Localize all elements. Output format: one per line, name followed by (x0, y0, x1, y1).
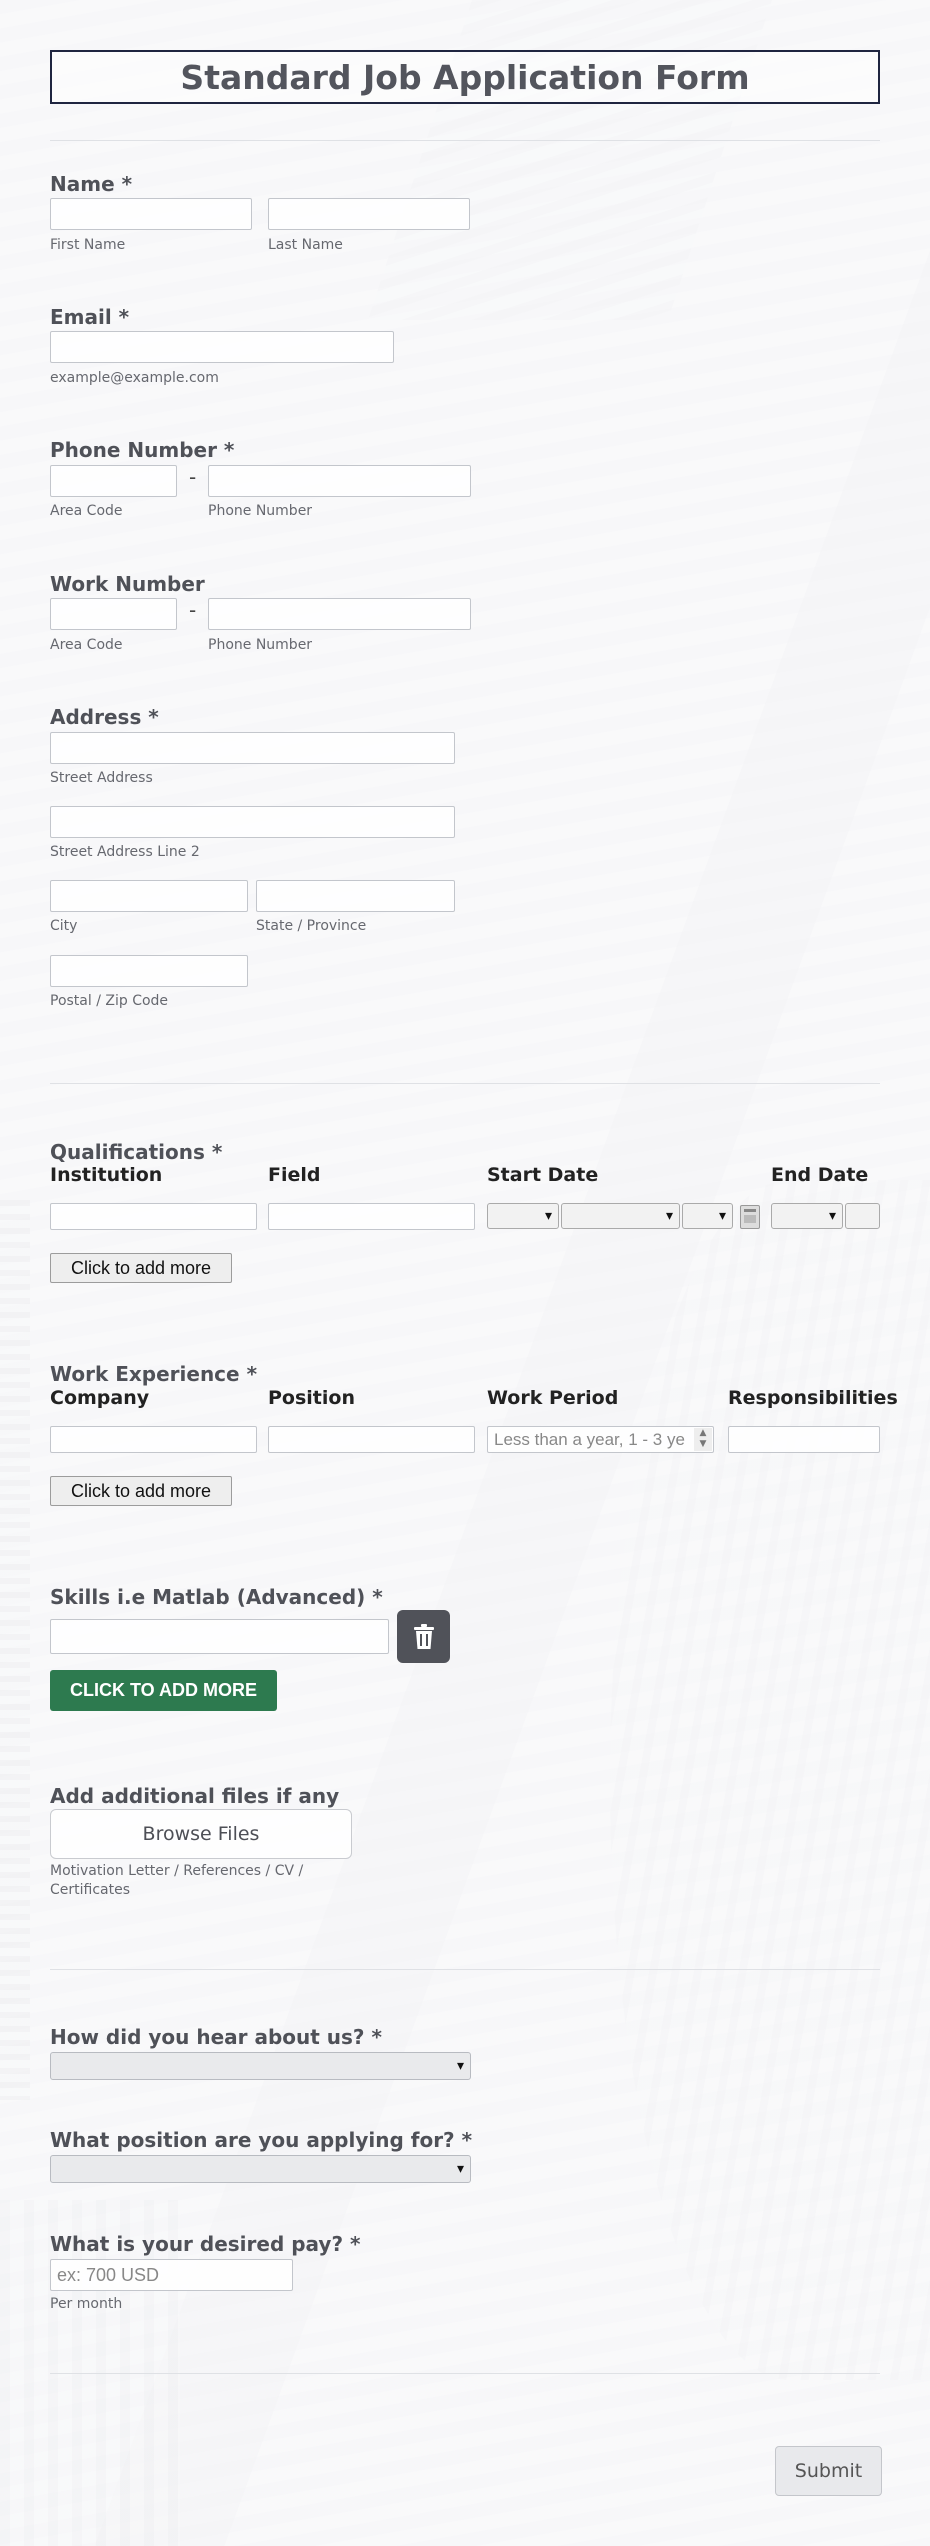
divider (50, 140, 880, 141)
pay-placeholder: ex: 700 USD (57, 2265, 160, 2285)
work-experience-col-company: Company (50, 1387, 150, 1409)
position-input[interactable] (268, 1426, 475, 1453)
work-experience-add-more-button[interactable]: Click to add more (50, 1476, 232, 1506)
qualifications-label: Qualifications * (50, 1140, 223, 1164)
start-month-select[interactable]: ▾ (487, 1203, 559, 1229)
trash-icon (413, 1623, 434, 1649)
last-name-input[interactable] (268, 198, 470, 230)
skills-label: Skills i.e Matlab (Advanced) * (50, 1585, 383, 1609)
work-number-sublabel: Phone Number (208, 637, 313, 653)
position-label: What position are you applying for? * (50, 2128, 473, 2152)
start-day-select[interactable]: ▾ (561, 1203, 680, 1229)
divider (50, 1969, 880, 1970)
phone-separator: - (189, 465, 197, 489)
work-number-label: Work Number (50, 572, 205, 596)
street-address-2-sublabel: Street Address Line 2 (50, 844, 200, 860)
company-input[interactable] (50, 1426, 257, 1453)
work-phone-separator: - (189, 598, 197, 622)
qualifications-col-field: Field (268, 1164, 321, 1186)
address-label: Address * (50, 705, 159, 729)
chevron-down-icon: ▾ (456, 2160, 464, 2176)
application-form: Standard Job Application Form Name * Fir… (0, 0, 930, 2546)
work-number-input[interactable] (208, 598, 471, 630)
work-area-sublabel: Area Code (50, 637, 123, 653)
work-experience-col-responsibilities: Responsibilities (728, 1387, 898, 1409)
qualifications-col-end-date: End Date (771, 1164, 869, 1186)
start-year-select[interactable]: ▾ (682, 1203, 733, 1229)
email-input[interactable] (50, 331, 394, 363)
email-label: Email * (50, 305, 130, 329)
responsibilities-input[interactable] (728, 1426, 880, 1453)
divider (50, 1083, 880, 1084)
files-label: Add additional files if any (50, 1784, 340, 1808)
work-experience-col-position: Position (268, 1387, 355, 1409)
pay-label: What is your desired pay? * (50, 2232, 361, 2256)
phone-area-sublabel: Area Code (50, 503, 123, 519)
work-experience-label: Work Experience * (50, 1362, 258, 1386)
submit-button[interactable]: Submit (775, 2446, 882, 2496)
chevron-down-icon: ▾ (665, 1207, 673, 1223)
zip-sublabel: Postal / Zip Code (50, 993, 169, 1009)
end-day-select[interactable] (845, 1203, 880, 1229)
work-period-placeholder: Less than a year, 1 - 3 ye (494, 1430, 685, 1449)
first-name-sublabel: First Name (50, 237, 126, 253)
work-period-spinner[interactable]: ▲ ▼ (694, 1428, 712, 1451)
street-address-input[interactable] (50, 732, 455, 764)
pay-input[interactable]: ex: 700 USD (50, 2259, 293, 2291)
chevron-down-icon: ▾ (718, 1207, 726, 1223)
phone-label: Phone Number * (50, 438, 235, 462)
skills-add-more-button[interactable]: CLICK TO ADD MORE (50, 1670, 277, 1711)
first-name-input[interactable] (50, 198, 252, 230)
state-sublabel: State / Province (256, 918, 367, 934)
hear-about-label: How did you hear about us? * (50, 2025, 382, 2049)
skill-input[interactable] (50, 1619, 389, 1654)
position-select[interactable]: ▾ (50, 2155, 471, 2183)
work-experience-col-work-period: Work Period (487, 1387, 619, 1409)
pay-sublabel: Per month (50, 2296, 123, 2312)
work-area-code-input[interactable] (50, 598, 177, 630)
city-input[interactable] (50, 880, 248, 912)
browse-files-button[interactable]: Browse Files (50, 1809, 352, 1859)
files-sublabel: Motivation Letter / References / CV / Ce… (50, 1863, 304, 1898)
email-sublabel: example@example.com (50, 370, 219, 386)
street-address-sublabel: Street Address (50, 770, 153, 786)
name-label: Name * (50, 172, 133, 196)
qualifications-add-more-button[interactable]: Click to add more (50, 1253, 232, 1283)
divider (50, 2373, 880, 2374)
hear-about-select[interactable]: ▾ (50, 2052, 471, 2080)
state-input[interactable] (256, 880, 455, 912)
institution-input[interactable] (50, 1203, 257, 1230)
calendar-icon[interactable] (740, 1205, 760, 1229)
last-name-sublabel: Last Name (268, 237, 343, 253)
end-month-select[interactable]: ▾ (771, 1203, 843, 1229)
trash-button[interactable] (397, 1610, 450, 1663)
street-address-2-input[interactable] (50, 806, 455, 838)
chevron-down-icon: ▾ (828, 1207, 836, 1223)
form-title: Standard Job Application Form (50, 50, 880, 104)
field-input[interactable] (268, 1203, 475, 1230)
work-period-input[interactable]: Less than a year, 1 - 3 ye (487, 1426, 714, 1453)
qualifications-col-start-date: Start Date (487, 1164, 599, 1186)
city-sublabel: City (50, 918, 78, 934)
zip-input[interactable] (50, 955, 248, 987)
qualifications-col-institution: Institution (50, 1164, 163, 1186)
phone-area-code-input[interactable] (50, 465, 177, 497)
phone-number-input[interactable] (208, 465, 471, 497)
phone-number-sublabel: Phone Number (208, 503, 313, 519)
chevron-down-icon: ▾ (456, 2057, 464, 2073)
chevron-down-icon: ▾ (544, 1207, 552, 1223)
